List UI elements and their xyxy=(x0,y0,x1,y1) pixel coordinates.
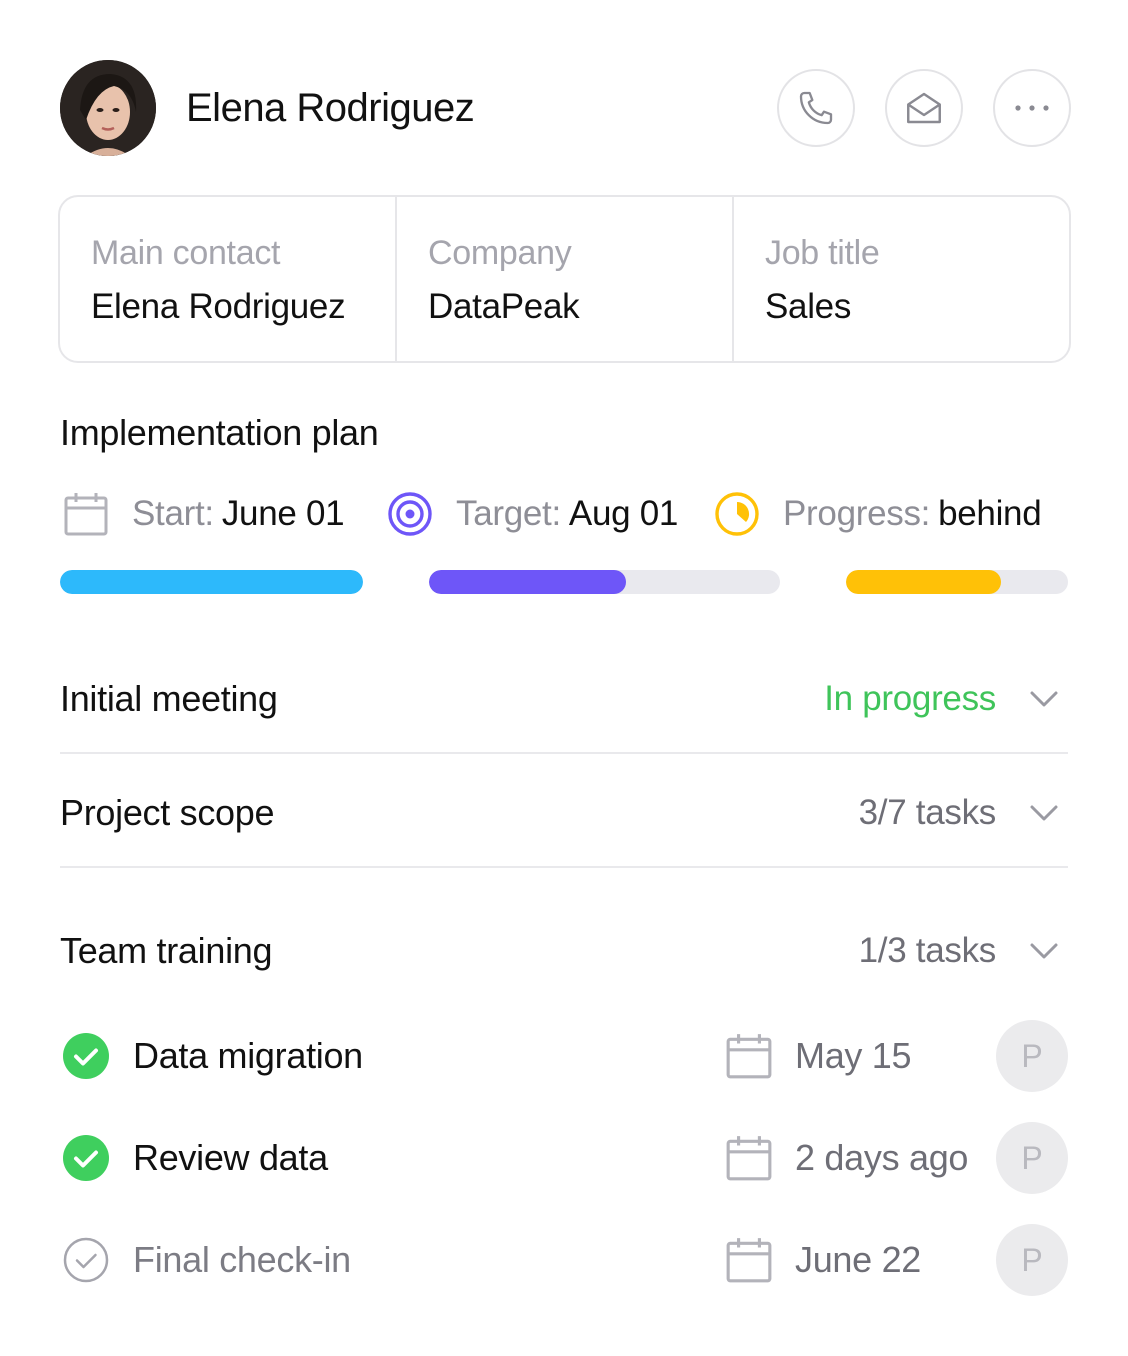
main-contact-label: Main contact xyxy=(91,234,281,272)
divider xyxy=(60,866,1068,868)
avatar[interactable] xyxy=(60,60,156,156)
start-value: June 01 xyxy=(221,494,345,533)
calendar-icon xyxy=(726,1136,772,1181)
stage-title: Team training xyxy=(60,930,273,971)
target-progress-bar xyxy=(429,570,780,594)
task-name: Final check-in xyxy=(133,1239,351,1280)
job-title-cell: Job title Sales xyxy=(732,197,1069,361)
overall-progress-bar xyxy=(846,570,1068,594)
call-button[interactable] xyxy=(777,69,855,147)
target-progress-fill xyxy=(429,570,626,594)
chevron-down-icon[interactable] xyxy=(1024,793,1064,833)
stage-row-project-scope[interactable]: Project scope 3/7 tasks xyxy=(60,783,1068,843)
assignee-avatar[interactable]: P xyxy=(996,1122,1068,1194)
main-contact-value: Elena Rodriguez xyxy=(91,287,346,326)
checked-circle-icon[interactable] xyxy=(63,1135,109,1181)
stage-status: 1/3 tasks xyxy=(858,931,997,970)
stage-status: 3/7 tasks xyxy=(858,793,997,832)
task-due-date: May 15 xyxy=(795,1035,912,1076)
plan-target: Target: Aug 01 xyxy=(386,488,678,540)
progress-label: Progress: xyxy=(783,494,931,533)
company-label: Company xyxy=(428,234,572,272)
task-row[interactable]: Data migration May 15 P xyxy=(60,1020,1068,1092)
stage-title: Project scope xyxy=(60,792,275,833)
plan-start: Start: June 01 xyxy=(62,488,345,540)
company-value: DataPeak xyxy=(428,287,580,326)
contact-name: Elena Rodriguez xyxy=(186,86,475,130)
progress-clock-icon xyxy=(713,490,761,538)
start-progress-bar xyxy=(60,570,363,594)
chevron-down-icon[interactable] xyxy=(1024,679,1064,719)
main-contact-cell: Main contact Elena Rodriguez xyxy=(60,197,395,361)
task-due-date: June 22 xyxy=(795,1239,922,1280)
stage-row-initial-meeting[interactable]: Initial meeting In progress xyxy=(60,669,1068,729)
contact-info-card: Main contact Elena Rodriguez Company Dat… xyxy=(58,195,1071,363)
checked-circle-icon[interactable] xyxy=(63,1033,109,1079)
email-button[interactable] xyxy=(885,69,963,147)
target-value: Aug 01 xyxy=(568,494,679,533)
calendar-icon xyxy=(726,1238,772,1283)
more-options-button[interactable] xyxy=(993,69,1071,147)
mail-icon xyxy=(907,92,941,124)
calendar-icon xyxy=(726,1034,772,1079)
target-icon xyxy=(386,490,434,538)
task-name: Data migration xyxy=(133,1035,363,1076)
task-name: Review data xyxy=(133,1137,328,1178)
plan-progress: Progress: behind xyxy=(713,488,1042,540)
divider xyxy=(60,752,1068,754)
progress-value: behind xyxy=(938,494,1042,533)
job-title-value: Sales xyxy=(765,287,852,326)
assignee-avatar[interactable]: P xyxy=(996,1020,1068,1092)
company-cell: Company DataPeak xyxy=(395,197,732,361)
overall-progress-fill xyxy=(846,570,1002,594)
start-progress-fill xyxy=(60,570,363,594)
stage-row-team-training[interactable]: Team training 1/3 tasks xyxy=(60,921,1068,981)
task-row[interactable]: Final check-in June 22 P xyxy=(60,1224,1068,1296)
more-icon xyxy=(1015,105,1049,111)
phone-icon xyxy=(799,91,833,125)
assignee-avatar[interactable]: P xyxy=(996,1224,1068,1296)
target-label: Target: xyxy=(456,494,561,533)
chevron-down-icon[interactable] xyxy=(1024,931,1064,971)
stage-title: Initial meeting xyxy=(60,678,278,719)
section-title: Implementation plan xyxy=(60,412,379,453)
calendar-icon xyxy=(62,490,110,538)
job-title-label: Job title xyxy=(765,234,880,272)
task-due-date: 2 days ago xyxy=(795,1137,969,1178)
unchecked-circle-icon[interactable] xyxy=(63,1237,109,1283)
start-label: Start: xyxy=(132,494,214,533)
task-row[interactable]: Review data 2 days ago P xyxy=(60,1122,1068,1194)
stage-status: In progress xyxy=(824,679,996,718)
